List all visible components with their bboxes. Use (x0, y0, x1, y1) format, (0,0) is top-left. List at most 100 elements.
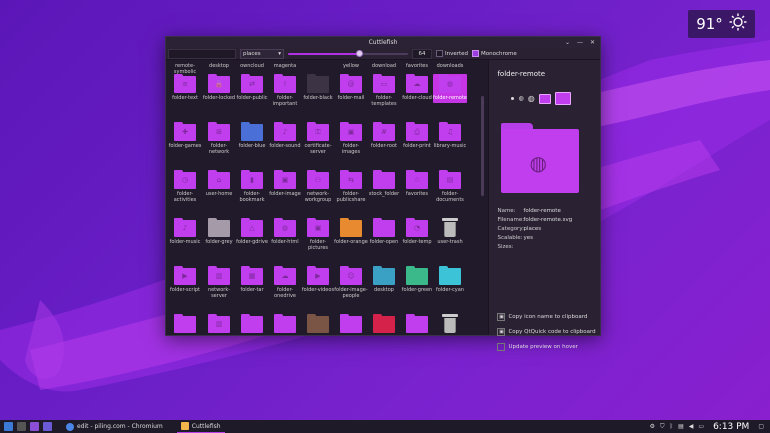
icon-item[interactable]: ! folder-important (268, 74, 302, 107)
tray-bluetooth-icon[interactable]: ᛒ (669, 423, 673, 430)
icon-item[interactable]: desktop (367, 266, 401, 293)
icon-item[interactable]: # folder-root (367, 122, 401, 149)
icon-item[interactable]: △ folder-gdrive (235, 218, 269, 245)
icon-item[interactable]: ▥ network-server (202, 266, 236, 299)
icon-item[interactable]: ▶ folder-videos (301, 266, 335, 293)
grid-scrollbar[interactable] (481, 96, 485, 196)
icon-size-slider[interactable] (288, 49, 408, 59)
icon-item[interactable]: stock_folder (367, 170, 401, 197)
grid-top-label[interactable]: magenta (268, 63, 302, 69)
icon-item[interactable]: ⎙ folder-print (400, 122, 434, 149)
clock[interactable]: 6:13 PM (713, 422, 749, 432)
icon-item[interactable]: ⇆ folder-publicshare (334, 170, 368, 203)
icon-item[interactable]: folder-orange (334, 218, 368, 245)
files-icon[interactable] (30, 422, 39, 431)
icon-item[interactable]: ◔ folder-temp (400, 218, 434, 245)
icon-item[interactable]: ▮ folder-bookmark (235, 170, 269, 203)
icon-item[interactable]: folder-black (301, 74, 335, 101)
icon-item[interactable]: folder-blue (235, 122, 269, 149)
icon-item[interactable]: ⌂ user-home (202, 170, 236, 197)
icon-item[interactable]: ⇄ folder-public (235, 74, 269, 101)
icon-item[interactable]: folder-open (367, 218, 401, 245)
icon-item[interactable] (367, 314, 401, 335)
icon-label: folder-locked (202, 95, 236, 101)
grid-top-label[interactable]: desktop (202, 63, 236, 69)
icon-item[interactable]: ♪ folder-sound (268, 122, 302, 149)
weather-widget[interactable]: 91° (688, 10, 755, 38)
chromium-icon (66, 422, 74, 431)
icon-item[interactable] (334, 314, 368, 335)
icon-item[interactable] (400, 314, 434, 335)
tray-volume-icon[interactable]: ◀ (689, 423, 694, 430)
icon-item[interactable]: ▦ folder-tar (235, 266, 269, 293)
tray-battery-icon[interactable]: ▭ (698, 423, 704, 430)
icon-item[interactable]: ◍ folder-remote (433, 74, 467, 103)
icon-item[interactable] (235, 314, 269, 335)
system-tray: ⚙ ⛉ ᛒ ▤ ◀ ▭ 6:13 PM ▢ (650, 420, 770, 433)
icon-item[interactable]: ▥ (202, 314, 236, 335)
grid-top-label[interactable]: favorites (400, 63, 434, 69)
inverted-checkbox-box[interactable] (436, 50, 443, 57)
slider-handle[interactable] (356, 50, 363, 57)
icon-item[interactable]: 🔒 folder-locked (202, 74, 236, 101)
mail-icon[interactable] (43, 422, 52, 431)
icon-item[interactable]: ♫ library-music (433, 122, 467, 149)
task-chromium[interactable]: edit - piling.com - Chromium (62, 420, 167, 433)
icon-item[interactable]: ✚ folder-games (168, 122, 202, 149)
monochrome-checkbox-box[interactable] (472, 50, 480, 57)
grid-top-label[interactable]: download (367, 63, 401, 69)
icon-item[interactable]: ◷ folder-activities (168, 170, 202, 203)
icon-item[interactable]: @ folder-mail (334, 74, 368, 101)
monochrome-checkbox[interactable]: Monochrome (472, 50, 517, 57)
copy-qtquick-button[interactable]: ▣ Copy QtQuick code to clipboard (497, 328, 596, 336)
icon-item[interactable]: ▣ folder-image (268, 170, 302, 197)
grid-top-label[interactable]: yellow (334, 63, 368, 69)
app-launcher-icon[interactable] (4, 422, 13, 431)
icon-item[interactable]: ⚿ certificate-server (301, 122, 335, 155)
minimize-button[interactable]: — (577, 37, 583, 48)
icon-item[interactable]: user-trash (433, 218, 467, 245)
copy-name-button[interactable]: ▣ Copy icon name to clipboard (497, 313, 595, 321)
task-cuttlefish[interactable]: Cuttlefish (176, 420, 225, 433)
icon-item[interactable]: folder-grey (202, 218, 236, 245)
icon-item[interactable]: ▣ folder-pictures (301, 218, 335, 251)
category-select[interactable]: places ▾ (240, 48, 284, 59)
inverted-checkbox[interactable]: Inverted (436, 50, 468, 57)
trash-icon (442, 218, 458, 237)
show-desktop-icon[interactable]: ▢ (758, 423, 764, 430)
folder-icon: @ (340, 74, 362, 93)
window-titlebar[interactable]: Cuttlefish ⌄ — ✕ (166, 37, 600, 48)
icon-item[interactable]: ☁ folder-cloud (400, 74, 434, 101)
tray-clipboard-icon[interactable]: ▤ (678, 423, 684, 430)
icon-item[interactable]: folder-cyan (433, 266, 467, 293)
icon-item[interactable]: ◍ folder-html (268, 218, 302, 245)
window-menu-button[interactable]: ⌄ (565, 37, 570, 48)
icon-item[interactable]: ⊞ folder-network (202, 122, 236, 155)
icon-item[interactable] (433, 314, 467, 335)
icon-item[interactable]: ⚇ network-workgroup (301, 170, 335, 203)
update-preview-checkbox-box[interactable] (497, 343, 506, 351)
metadata-value: folder-remote.svg (523, 217, 573, 223)
icon-item[interactable] (301, 314, 335, 335)
close-button[interactable]: ✕ (590, 37, 595, 48)
icon-item[interactable] (168, 314, 202, 335)
icon-item[interactable]: ☁ folder-onedrive (268, 266, 302, 299)
icon-item[interactable]: ≡ folder-text (168, 74, 202, 101)
grid-top-label[interactable]: downloads (433, 63, 467, 69)
icon-item[interactable] (268, 314, 302, 335)
icon-item[interactable]: ☆ favorites (400, 170, 434, 197)
icon-item[interactable]: ☺ folder-image-people (334, 266, 368, 299)
icon-item[interactable]: ▤ folder-documents (433, 170, 467, 203)
icon-item[interactable]: ▶ folder-script (168, 266, 202, 293)
tray-settings-icon[interactable]: ⚙ (650, 423, 655, 430)
icon-item[interactable]: ♪ folder-music (168, 218, 202, 245)
update-preview-checkbox[interactable]: Update preview on hover (497, 343, 595, 351)
grid-top-label[interactable]: owncloud (235, 63, 269, 69)
terminal-icon[interactable] (17, 422, 26, 431)
icon-size-value[interactable]: 64 (412, 48, 432, 59)
icon-item[interactable]: folder-green (400, 266, 434, 293)
icon-item[interactable]: ▣ folder-images (334, 122, 368, 155)
tray-shield-icon[interactable]: ⛉ (660, 423, 665, 431)
search-input[interactable] (168, 48, 236, 59)
icon-item[interactable]: ▭ folder-templates (367, 74, 401, 107)
